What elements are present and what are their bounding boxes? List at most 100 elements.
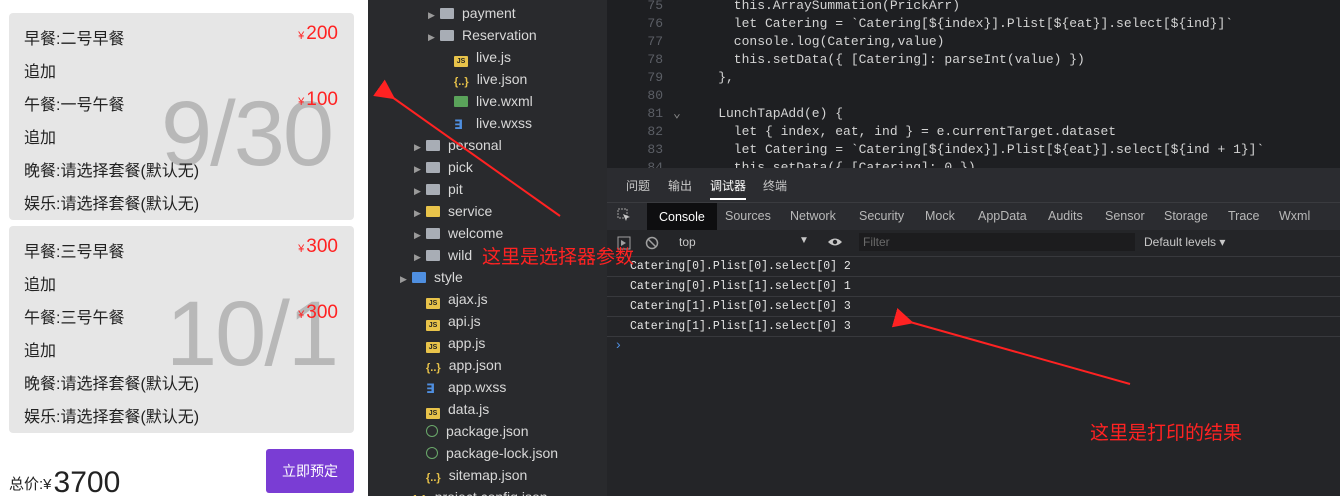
file-item[interactable]: ∃ live.wxss [442,112,532,134]
add-extra-row[interactable]: 追加 [24,124,56,148]
file-item[interactable]: JS ajax.js [414,288,488,310]
file-item[interactable]: live.wxml [442,90,533,112]
folder-icon [426,206,440,217]
tab-sources[interactable]: Sources [725,209,771,223]
chevron-right-icon[interactable]: ▶ [414,136,426,158]
dinner-row[interactable]: 晚餐:请选择套餐(默认无) [24,370,199,394]
js-file-icon: JS [426,408,440,419]
code-line[interactable]: 84 this.setData({ [Catering]: 0 }) [607,159,975,168]
js-file-icon: JS [426,298,440,309]
console-prompt[interactable]: › [616,336,621,352]
console-log-entry[interactable]: Catering[0].Plist[0].select[0] 2 [630,257,851,277]
console-log-entry[interactable]: Catering[0].Plist[1].select[0] 1 [630,277,851,297]
tab-mock[interactable]: Mock [925,209,955,223]
tab-security[interactable]: Security [859,209,904,223]
code-line[interactable]: 80 [607,87,687,105]
total-amount: 3700 [53,466,121,496]
dinner-row[interactable]: 晚餐:请选择套餐(默认无) [24,157,199,181]
code-line[interactable]: 77 console.log(Catering,value) [607,33,944,51]
chevron-right-icon[interactable]: ▶ [414,202,426,224]
context-select[interactable]: top [679,235,696,249]
file-item[interactable]: JS data.js [414,398,489,420]
tab-console[interactable]: Console [647,203,717,231]
code-line[interactable]: 76 let Catering = `Catering[${index}].Pli… [607,15,1233,33]
add-extra-row[interactable]: 追加 [24,271,56,295]
folder-item[interactable]: ▶ style [400,266,463,288]
line-number: 75 [647,0,663,13]
file-item[interactable]: package.json [414,420,529,442]
code-line[interactable]: 82 let { index, eat, ind } = e.currentTar… [607,123,1116,141]
line-number: 77 [647,34,663,49]
file-item[interactable]: ∃ app.wxss [414,376,506,398]
inspect-element-icon[interactable] [617,208,631,222]
chevron-right-icon[interactable]: ▶ [414,158,426,180]
folder-item[interactable]: ▶ service [414,200,492,222]
tab-sensor[interactable]: Sensor [1105,209,1145,223]
file-name: package.json [446,423,529,439]
file-item[interactable]: {..} sitemap.json [414,464,527,486]
tab-wxml[interactable]: Wxml [1279,209,1310,223]
line-number: 78 [647,52,663,67]
entertainment-row[interactable]: 娱乐:请选择套餐(默认无) [24,403,199,427]
folder-item[interactable]: ▶ personal [414,134,502,156]
chevron-down-icon[interactable]: ▼ [799,235,809,246]
add-extra-row[interactable]: 追加 [24,58,56,82]
tab-appdata[interactable]: AppData [978,209,1027,223]
file-name: payment [462,5,516,21]
folder-item[interactable]: ▶ Reservation [428,24,537,46]
eye-icon[interactable] [827,235,843,254]
tab-storage[interactable]: Storage [1164,209,1208,223]
fold-icon[interactable]: ⌄ [673,105,687,123]
folder-icon [426,162,440,173]
chevron-right-icon[interactable]: ▶ [428,26,440,48]
code-editor[interactable]: 75 this.ArraySummation(PrickArr) 76 let Cat… [607,0,1340,168]
chevron-right-icon[interactable]: ▶ [400,268,412,290]
lunch-row[interactable]: 午餐:三号午餐 [24,304,124,328]
file-item[interactable]: {..} project.config.json [400,486,548,496]
console-log-entry[interactable]: Catering[1].Plist[1].select[0] 3 [630,317,851,337]
code-line[interactable]: 78 this.setData({ [Catering]: parseInt(va… [607,51,1084,69]
filter-input[interactable]: Filter [859,233,1135,251]
tab-terminal[interactable]: 终端 [763,177,787,194]
chevron-right-icon[interactable]: ▶ [414,246,426,268]
code-line[interactable]: 75 this.ArraySummation(PrickArr) [607,0,960,15]
file-item[interactable]: JS api.js [414,310,481,332]
chevron-right-icon[interactable]: ▶ [414,180,426,202]
file-item[interactable]: JS live.js [442,46,511,68]
console-log-entry[interactable]: Catering[1].Plist[0].select[0] 3 [630,297,851,317]
json-file-icon: {..} [412,489,427,496]
tab-debugger[interactable]: 调试器 [710,177,746,194]
folder-item[interactable]: ▶ pick [414,156,473,178]
breakfast-row[interactable]: 早餐:二号早餐 [24,25,124,49]
folder-item[interactable]: ▶ payment [428,2,516,24]
lunch-row[interactable]: 午餐:一号午餐 [24,91,124,115]
tab-problems[interactable]: 问题 [626,177,650,194]
entertainment-row[interactable]: 娱乐:请选择套餐(默认无) [24,190,199,214]
devtools-panel: 问题 输出 调试器 终端 Console Sources Network Sec… [607,168,1340,496]
file-item[interactable]: package-lock.json [414,442,558,464]
add-extra-row[interactable]: 追加 [24,337,56,361]
book-now-button[interactable]: 立即预定 [266,449,354,493]
file-item[interactable]: {..} app.json [414,354,502,376]
folder-item[interactable]: ▶ wild [414,244,472,266]
devtools-top-tabs: 问题 输出 调试器 终端 [607,168,1340,202]
code-line[interactable]: 81 ⌄ LunchTapAdd(e) { [607,105,843,123]
day-card: 9/30 早餐:二号早餐 ¥200 追加 午餐:一号午餐 ¥100 追加 晚餐:… [9,13,354,220]
annotation-print-result: 这里是打印的结果 [1090,422,1243,444]
tab-trace[interactable]: Trace [1228,209,1260,223]
file-item[interactable]: {..} live.json [442,68,527,90]
file-name: app.json [448,357,502,373]
clear-console-icon[interactable] [645,236,659,255]
breakfast-row[interactable]: 早餐:三号早餐 [24,238,124,262]
folder-item[interactable]: ▶ welcome [414,222,503,244]
tab-network[interactable]: Network [790,209,836,223]
code-line[interactable]: 79}, [607,69,733,87]
chevron-right-icon[interactable]: ▶ [414,224,426,246]
code-line[interactable]: 83 let Catering = `Catering[${index}].Pli… [607,141,1264,159]
log-levels-select[interactable]: Default levels ▾ [1144,235,1225,249]
tab-output[interactable]: 输出 [668,177,692,194]
chevron-right-icon[interactable]: ▶ [428,4,440,26]
file-item[interactable]: JS app.js [414,332,485,354]
tab-audits[interactable]: Audits [1048,209,1083,223]
folder-item[interactable]: ▶ pit [414,178,463,200]
